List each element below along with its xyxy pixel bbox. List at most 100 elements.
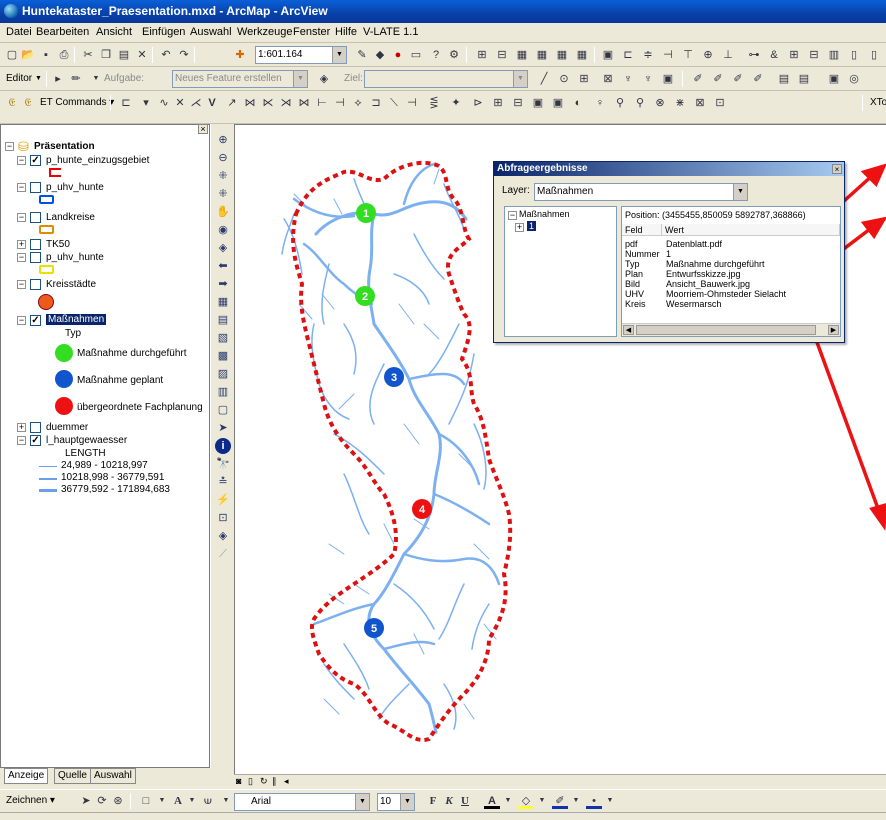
tool-a-icon[interactable]: ⊞ <box>474 47 490 63</box>
chevron-down-icon[interactable]: ▼ <box>293 71 307 87</box>
layer-name[interactable]: p_uhv_hunte <box>46 252 104 263</box>
save-icon[interactable]: ▪ <box>38 47 54 63</box>
collapse-icon[interactable]: − <box>17 183 26 192</box>
massnahme-point-4[interactable]: 4 <box>412 499 432 519</box>
layer-checkbox[interactable] <box>30 422 41 433</box>
tool-w-icon[interactable]: ⊞ <box>576 71 592 87</box>
massnahme-point-2[interactable]: 2 <box>355 286 375 306</box>
tool-af-icon[interactable]: ▤ <box>776 71 792 87</box>
full-extent-icon[interactable]: ◉ <box>215 222 231 238</box>
edit-vertices-icon[interactable]: ⟒ <box>200 793 216 809</box>
menu-einfuegen[interactable]: Einfügen <box>142 26 185 38</box>
row-value[interactable]: 1 <box>666 249 671 259</box>
layout-view-icon[interactable]: ▯ <box>248 776 253 787</box>
redo-icon[interactable]: ↷ <box>176 47 192 63</box>
tool-vt2-icon[interactable]: ▨ <box>215 366 231 382</box>
layer-checkbox[interactable] <box>30 252 41 263</box>
select-elements-icon[interactable]: ▧ <box>215 330 231 346</box>
expand-icon[interactable]: + <box>17 240 26 249</box>
tool-ad-icon[interactable]: ✐ <box>730 71 746 87</box>
add-data-icon[interactable]: ✚ <box>232 47 248 63</box>
paste-icon[interactable]: ▤ <box>116 47 132 63</box>
tool-vt7-icon[interactable]: ⟋ <box>215 546 231 562</box>
select-arrow-icon[interactable]: ➤ <box>215 420 231 436</box>
layer-name[interactable]: Kreisstädte <box>46 279 96 290</box>
expand-icon[interactable]: + <box>17 423 26 432</box>
bold-button[interactable]: F <box>425 793 441 809</box>
chevron-down-icon[interactable]: ▼ <box>35 75 42 82</box>
chevron-down-icon[interactable]: ▼ <box>500 793 516 809</box>
tool-q-icon[interactable]: ⊟ <box>806 47 822 63</box>
et-tool-30-icon[interactable]: ⋇ <box>672 95 688 111</box>
tool-d-icon[interactable]: ▦ <box>534 47 550 63</box>
et-tool-24-icon[interactable]: ▣ <box>550 95 566 111</box>
massnahme-point-5[interactable]: 5 <box>364 618 384 638</box>
et-tool-8-icon[interactable]: ⋈ <box>242 95 258 111</box>
fill-color-icon[interactable]: ◇ <box>518 793 534 809</box>
tool-k-icon[interactable]: ⊤ <box>680 47 696 63</box>
collapse-icon[interactable]: − <box>508 211 517 220</box>
et-tool-20-icon[interactable]: ⊳ <box>470 95 486 111</box>
tool-aa-icon[interactable]: ▣ <box>660 71 676 87</box>
chevron-down-icon[interactable]: ▼ <box>534 793 550 809</box>
close-icon[interactable]: × <box>832 164 842 174</box>
back-icon[interactable]: ⬅ <box>215 258 231 274</box>
chevron-down-icon[interactable]: ▼ <box>154 793 170 809</box>
tool-n-icon[interactable]: ⊶ <box>746 47 762 63</box>
menu-ansicht[interactable]: Ansicht <box>96 26 132 38</box>
et-tool-10-icon[interactable]: ⋊ <box>278 95 294 111</box>
collapse-icon[interactable]: − <box>17 213 26 222</box>
layer-checkbox[interactable] <box>30 182 41 193</box>
sketch-tool-icon[interactable]: ✏ <box>68 71 84 87</box>
tool-vt4-icon[interactable]: ▢ <box>215 402 231 418</box>
et-tool-32-icon[interactable]: ⊡ <box>712 95 728 111</box>
attributes-icon[interactable]: ◈ <box>316 71 332 87</box>
collapse-icon[interactable]: − <box>17 436 26 445</box>
layer-checkbox[interactable]: ✓ <box>30 315 41 326</box>
select-features-icon[interactable]: ▦ <box>215 294 231 310</box>
chevron-down-icon[interactable]: ▼ <box>568 793 584 809</box>
new-document-icon[interactable]: ▢ <box>4 47 20 63</box>
task-combobox[interactable]: Neues Feature erstellen ▼ <box>172 70 308 88</box>
tree-root-label[interactable]: Maßnahmen <box>519 209 570 219</box>
et-tool-22-icon[interactable]: ⊟ <box>510 95 526 111</box>
et-tool-13-icon[interactable]: ⊣ <box>332 95 348 111</box>
tool-ab-icon[interactable]: ✐ <box>690 71 706 87</box>
italic-button[interactable]: K <box>441 793 457 809</box>
et-tool-16-icon[interactable]: ⟍ <box>386 95 402 111</box>
et-tool-4-icon[interactable]: ✕ <box>172 95 188 111</box>
tool-g-icon[interactable]: ▣ <box>600 47 616 63</box>
layer-name[interactable]: l_hauptgewaesser <box>46 435 127 446</box>
chevron-down-icon[interactable]: ▼ <box>355 794 369 810</box>
tool-x-icon[interactable]: ⊠ <box>600 71 616 87</box>
tool-ac-icon[interactable]: ✐ <box>710 71 726 87</box>
et-tool-2-icon[interactable]: ▾ <box>138 95 154 111</box>
layer-checkbox[interactable] <box>30 239 41 250</box>
tree-feature-item[interactable]: 1 <box>527 221 537 231</box>
tool-e-icon[interactable]: ▦ <box>554 47 570 63</box>
layer-name[interactable]: Landkreise <box>46 212 95 223</box>
collapse-icon[interactable]: − <box>17 253 26 262</box>
refresh-icon[interactable]: ↻ <box>260 776 268 787</box>
et-tool-23-icon[interactable]: ▣ <box>530 95 546 111</box>
target-combobox[interactable]: ▼ <box>364 70 528 88</box>
collapse-icon[interactable]: − <box>17 316 26 325</box>
et-tool-15-icon[interactable]: ⊐ <box>368 95 384 111</box>
layer-checkbox[interactable] <box>30 212 41 223</box>
fixed-zoom-out-icon[interactable]: ⁜ <box>215 186 231 202</box>
row-value[interactable]: Maßnahme durchgeführt <box>666 259 765 269</box>
tool-b-icon[interactable]: ⊟ <box>494 47 510 63</box>
tool-t-icon[interactable]: ▯ <box>866 47 882 63</box>
massnahme-point-3[interactable]: 3 <box>384 367 404 387</box>
edit-tool-icon[interactable]: ▸ <box>50 71 66 87</box>
chevron-down-icon[interactable]: ▼ <box>184 793 200 809</box>
whats-this-icon[interactable]: ? <box>428 47 444 63</box>
line-color-icon[interactable]: ✐ <box>552 793 568 809</box>
tool-c-icon[interactable]: ▦ <box>514 47 530 63</box>
chevron-down-icon[interactable]: ▼ <box>88 71 104 87</box>
find-icon[interactable]: 🔭 <box>215 456 231 472</box>
row-value[interactable]: Moorriem-Ohmsteder Sielacht <box>666 289 786 299</box>
delete-icon[interactable]: ✕ <box>134 47 150 63</box>
menu-bearbeiten[interactable]: Bearbeiten <box>36 26 89 38</box>
tool-vt3-icon[interactable]: ▥ <box>215 384 231 400</box>
